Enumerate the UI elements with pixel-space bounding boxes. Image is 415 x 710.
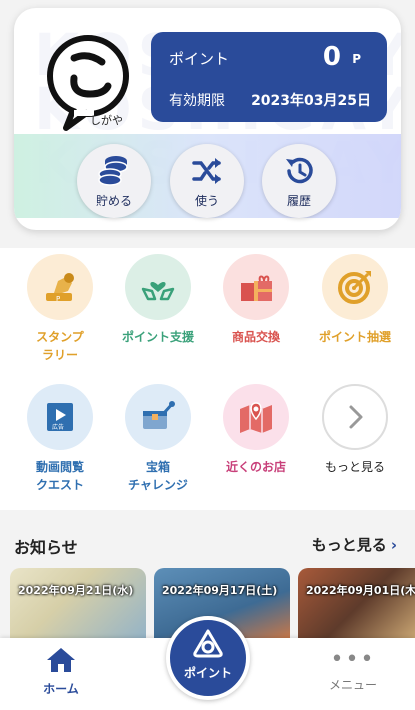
expiry-value: 2023年03月25日 xyxy=(251,93,371,109)
news-card[interactable]: 2022年09月01日(木) xyxy=(298,568,415,648)
menu-label: 近くのお店 xyxy=(225,460,286,474)
menu-label: 宝箱 チャレンジ xyxy=(128,460,188,492)
nav-home[interactable]: ホーム xyxy=(26,646,96,697)
feature-grid: P スタンプ ラリー ポイント支援 商品交換 ポイント抽選 広告 動画閲覧 クエ… xyxy=(0,248,415,510)
history-icon xyxy=(286,157,313,184)
chevron-right-icon xyxy=(322,384,388,450)
menu-label: スタンプ ラリー xyxy=(36,330,84,362)
news-image xyxy=(10,568,146,648)
menu-nearby-stores[interactable]: 近くのお店 xyxy=(206,384,306,476)
menu-label: ポイント支援 xyxy=(121,330,194,344)
save-points-label: 貯める xyxy=(95,194,132,208)
menu-label: ポイント抽選 xyxy=(318,330,391,344)
heart-hands-icon xyxy=(125,254,191,320)
menu-video-quest[interactable]: 広告 動画閲覧 クエスト xyxy=(10,384,110,494)
svg-text:P: P xyxy=(56,295,60,303)
news-date: 2022年09月21日(水) xyxy=(18,584,134,597)
map-icon xyxy=(223,384,289,450)
point-unit: P xyxy=(352,52,361,66)
nav-home-label: ホーム xyxy=(43,682,79,696)
use-points-button[interactable]: 使う xyxy=(170,144,244,218)
menu-label: もっと見る xyxy=(324,460,385,474)
point-value: 0 xyxy=(322,42,341,72)
news-card[interactable]: 2022年09月21日(水) xyxy=(10,568,146,648)
bottom-nav: ホーム ポイント ••• メニュー xyxy=(0,616,415,710)
news-date: 2022年09月01日(木) xyxy=(306,584,415,597)
menu-treasure-challenge[interactable]: 宝箱 チャレンジ xyxy=(108,384,208,494)
svg-text:広告: 広告 xyxy=(52,423,64,431)
history-button[interactable]: 履歴 xyxy=(262,144,336,218)
logo-text: しがや xyxy=(90,114,123,127)
koshigaya-point-icon xyxy=(193,629,223,658)
news-date: 2022年09月17日(土) xyxy=(162,584,278,597)
nav-point[interactable]: ポイント xyxy=(166,616,250,700)
stamp-icon: P xyxy=(27,254,93,320)
news-title: お知らせ xyxy=(14,538,78,557)
nav-menu-label: メニュー xyxy=(328,678,377,692)
menu-point-support[interactable]: ポイント支援 xyxy=(108,254,208,346)
menu-point-lottery[interactable]: ポイント抽選 xyxy=(305,254,405,346)
save-points-button[interactable]: 貯める xyxy=(77,144,151,218)
menu-label: 動画閲覧 クエスト xyxy=(35,460,84,492)
news-image xyxy=(298,568,415,648)
menu-product-exchange[interactable]: 商品交換 xyxy=(206,254,306,346)
menu-see-more[interactable]: もっと見る xyxy=(305,384,405,476)
target-icon xyxy=(322,254,388,320)
menu-stamp-rally[interactable]: P スタンプ ラリー xyxy=(10,254,110,364)
news-more-link[interactable]: もっと見る › xyxy=(312,534,397,555)
news-more-label: もっと見る xyxy=(311,536,387,554)
use-points-label: 使う xyxy=(194,194,219,208)
gift-icon xyxy=(223,254,289,320)
expiry-label: 有効期限 xyxy=(169,93,225,109)
points-card: KOSHIGAYAKOSHIGAYAKOSHIGAYA しがや ポイント 0 P… xyxy=(14,8,401,230)
point-label: ポイント xyxy=(169,50,230,68)
home-icon xyxy=(47,648,75,672)
treasure-icon xyxy=(125,384,191,450)
point-balance-panel[interactable]: ポイント 0 P 有効期限 2023年03月25日 xyxy=(151,32,387,122)
video-ad-icon: 広告 xyxy=(27,384,93,450)
nav-menu[interactable]: ••• メニュー xyxy=(318,647,388,693)
more-dots-icon: ••• xyxy=(330,647,376,672)
coins-icon xyxy=(98,156,128,186)
history-label: 履歴 xyxy=(286,194,311,208)
nav-point-label: ポイント xyxy=(183,666,232,680)
shuffle-icon xyxy=(192,158,221,184)
chevron-right-icon: › xyxy=(390,536,397,554)
top-area: KOSHIGAYAKOSHIGAYAKOSHIGAYA しがや ポイント 0 P… xyxy=(0,0,415,240)
menu-label: 商品交換 xyxy=(231,330,280,344)
